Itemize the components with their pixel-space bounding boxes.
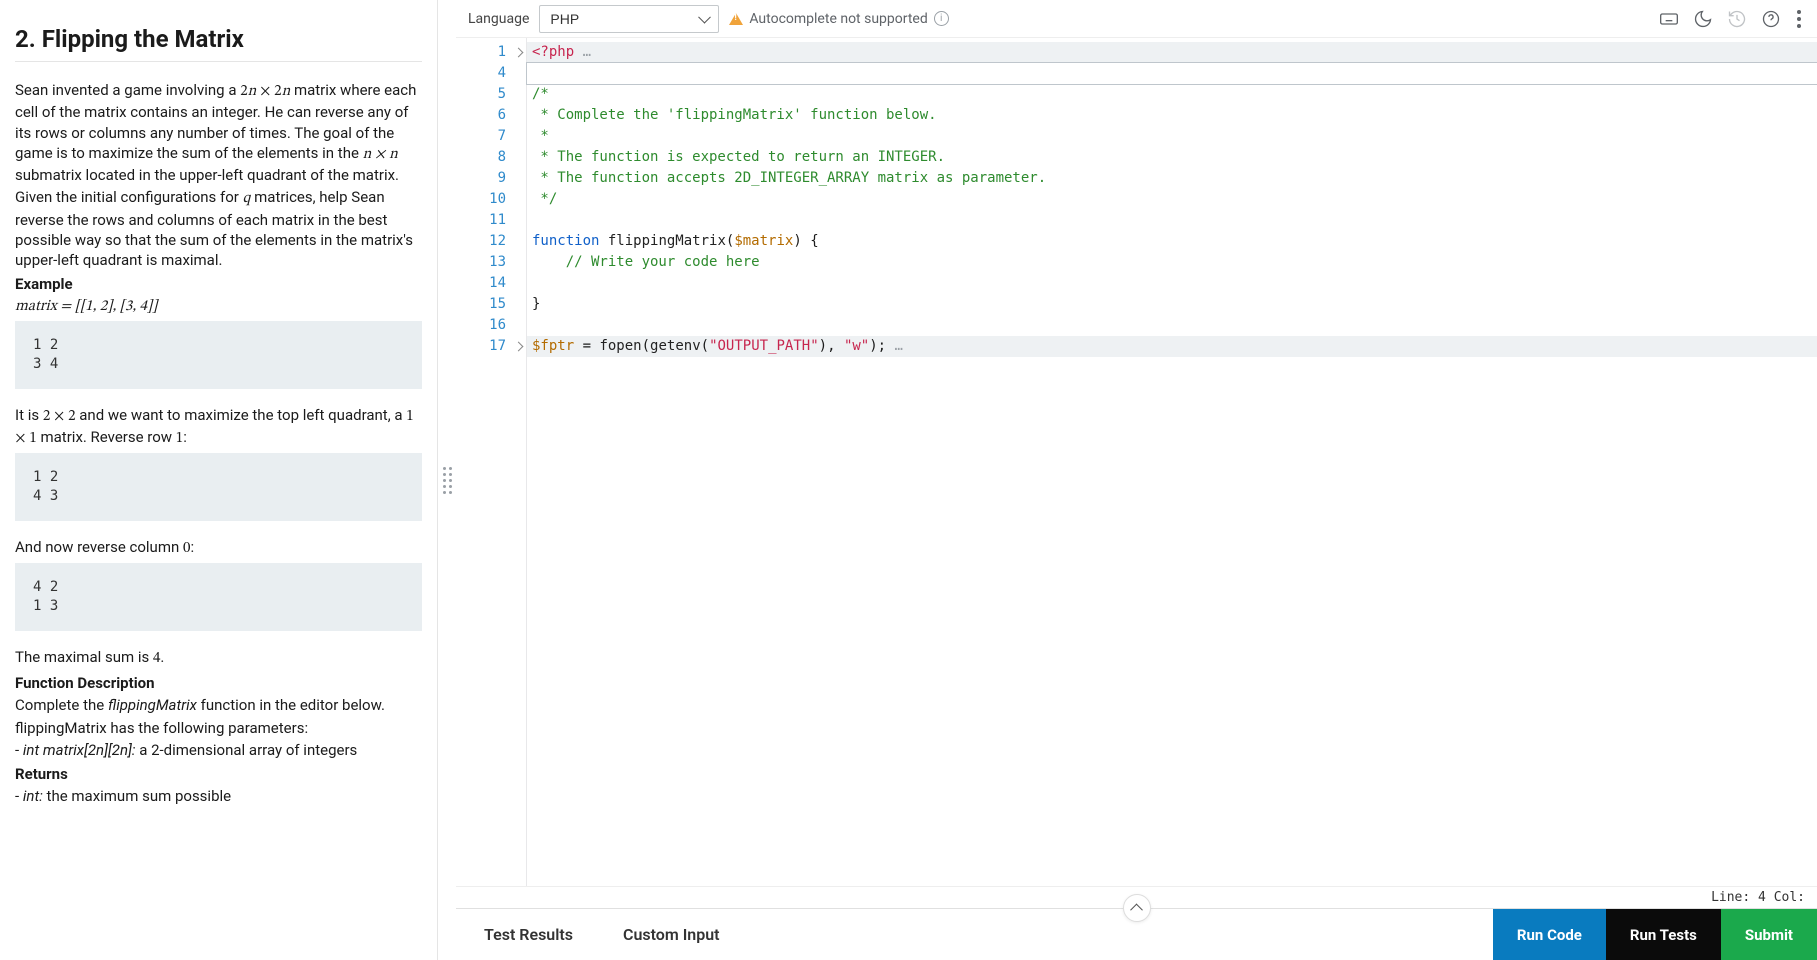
code-line[interactable]: <?php … <box>527 42 1817 63</box>
para-after-code1: It is 2 × 2 and we want to maximize the … <box>15 405 422 450</box>
editor-toolbar: Language PHP Autocomplete not supported … <box>456 0 1817 38</box>
bottom-tabs: Test Results Custom Input <box>456 909 1493 960</box>
code-line[interactable] <box>527 273 1817 294</box>
code-line[interactable]: * The function is expected to return an … <box>527 147 1817 168</box>
code-line[interactable]: } <box>527 294 1817 315</box>
problem-intro-2: Given the initial configurations for q m… <box>15 187 422 270</box>
bottom-bar-wrap: Test Results Custom Input Run Code Run T… <box>456 908 1817 960</box>
line-number-gutter: 14567891011121314151617 <box>456 38 511 886</box>
code-line[interactable]: * Complete the 'flippingMatrix' function… <box>527 105 1817 126</box>
para-after-code2: And now reverse column 0: <box>15 537 422 559</box>
code-line[interactable]: // Write your code here <box>527 252 1817 273</box>
code-line[interactable]: $fptr = fopen(getenv("OUTPUT_PATH"), "w"… <box>527 336 1817 357</box>
code-line[interactable] <box>527 63 1817 84</box>
moon-icon[interactable] <box>1691 7 1715 31</box>
warning-icon <box>729 13 743 25</box>
problem-title: 2. Flipping the Matrix <box>15 25 422 53</box>
maximal-sum: The maximal sum is 4. <box>15 647 422 669</box>
function-params-head: flippingMatrix has the following paramet… <box>15 718 422 738</box>
code-line[interactable] <box>527 315 1817 336</box>
example-label: Example <box>15 274 422 294</box>
function-description-head: Function Description <box>15 673 422 693</box>
code-content[interactable]: <?php … /* * Complete the 'flippingMatrix… <box>526 38 1817 886</box>
language-label: Language <box>468 11 529 27</box>
more-menu-icon[interactable] <box>1793 6 1805 32</box>
history-icon[interactable] <box>1725 7 1749 31</box>
code-line[interactable] <box>527 210 1817 231</box>
collapse-chevron-up-icon[interactable] <box>1123 894 1151 922</box>
code-block-2: 1 2 4 3 <box>15 453 422 521</box>
keyboard-icon[interactable] <box>1657 7 1681 31</box>
title-rule <box>15 61 422 62</box>
code-line[interactable]: function flippingMatrix($matrix) { <box>527 231 1817 252</box>
tab-custom-input[interactable]: Custom Input <box>623 925 720 944</box>
function-description-body: Complete the flippingMatrix function in … <box>15 695 422 715</box>
editor-panel: Language PHP Autocomplete not supported … <box>456 0 1817 960</box>
code-block-3: 4 2 1 3 <box>15 563 422 631</box>
fold-gutter[interactable] <box>511 38 526 886</box>
problem-body: Sean invented a game involving a 2n × 2n… <box>15 80 422 807</box>
code-editor[interactable]: 14567891011121314151617 <?php … /* * Comp… <box>456 38 1817 886</box>
code-block-1: 1 2 3 4 <box>15 321 422 389</box>
cursor-position: Line: 4 Col: <box>1711 890 1805 905</box>
matrix-equation: matrix = [[1, 2], [3, 4]] <box>15 297 422 317</box>
panel-resize-handle[interactable] <box>438 0 456 960</box>
returns-body: - int: the maximum sum possible <box>15 786 422 806</box>
code-line[interactable]: */ <box>527 189 1817 210</box>
code-line[interactable]: /* <box>527 84 1817 105</box>
returns-head: Returns <box>15 764 422 784</box>
help-icon[interactable] <box>1759 7 1783 31</box>
function-param-1: - int matrix[2n][2n]: a 2-dimensional ar… <box>15 740 422 760</box>
code-line[interactable]: * The function accepts 2D_INTEGER_ARRAY … <box>527 168 1817 189</box>
language-select-wrapper[interactable]: PHP <box>539 5 719 33</box>
info-icon[interactable]: i <box>934 11 949 26</box>
problem-panel: 2. Flipping the Matrix Sean invented a g… <box>0 0 438 960</box>
tab-test-results[interactable]: Test Results <box>484 925 573 944</box>
run-code-button[interactable]: Run Code <box>1493 909 1606 960</box>
run-tests-button[interactable]: Run Tests <box>1606 909 1721 960</box>
language-select[interactable]: PHP <box>539 5 719 33</box>
code-line[interactable]: * <box>527 126 1817 147</box>
autocomplete-warning: Autocomplete not supported i <box>729 11 948 27</box>
autocomplete-warning-text: Autocomplete not supported <box>749 11 927 27</box>
problem-intro: Sean invented a game involving a 2n × 2n… <box>15 80 422 185</box>
submit-button[interactable]: Submit <box>1721 909 1817 960</box>
